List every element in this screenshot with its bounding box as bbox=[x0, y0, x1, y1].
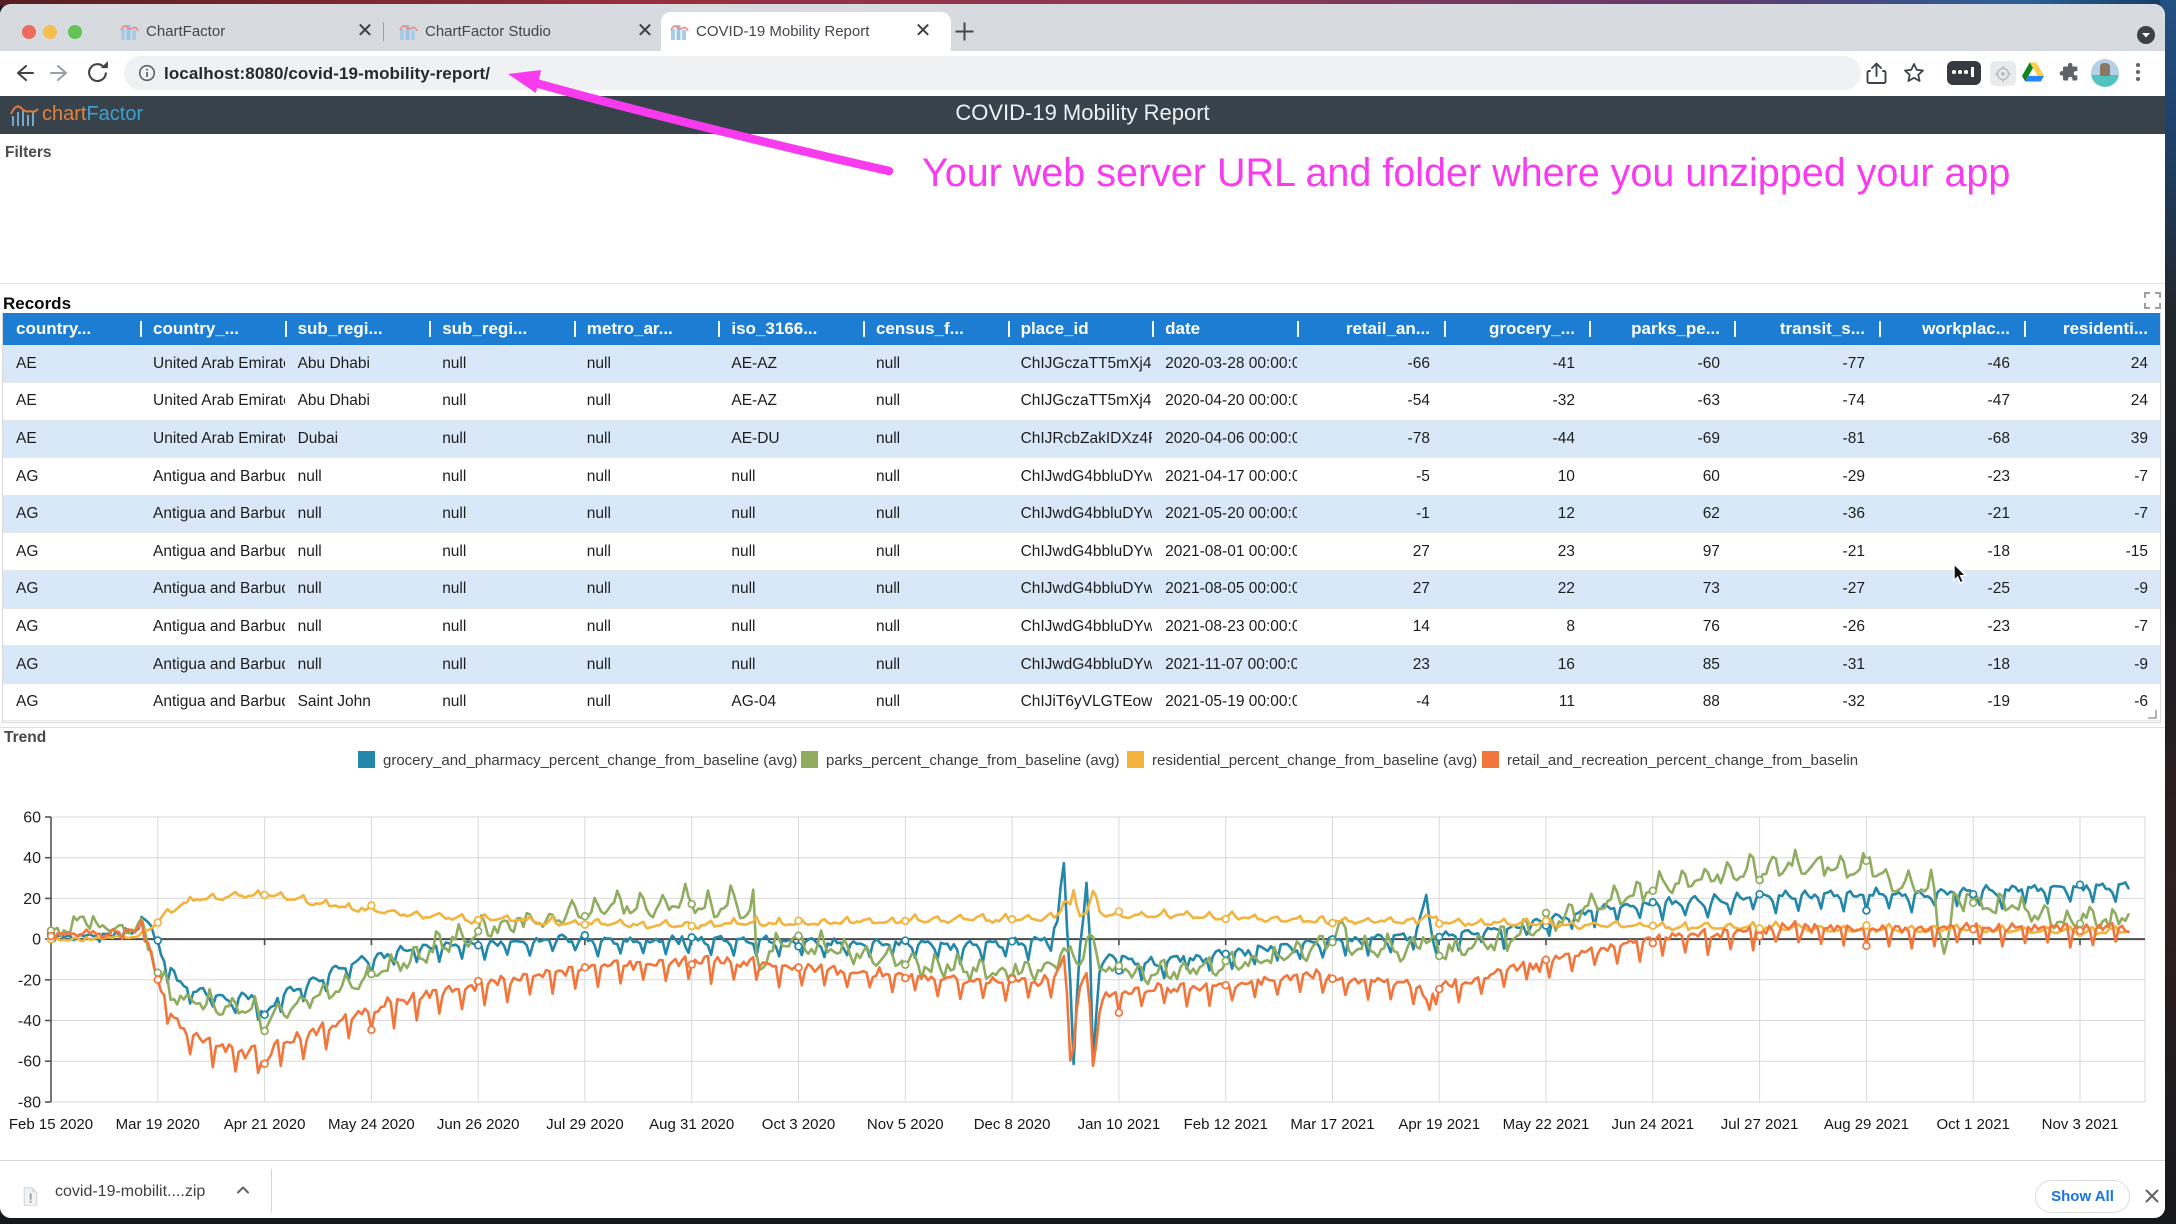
svg-text:0: 0 bbox=[32, 932, 41, 949]
svg-text:May 22 2021: May 22 2021 bbox=[1503, 1116, 1590, 1133]
svg-text:Dec 8 2020: Dec 8 2020 bbox=[974, 1116, 1051, 1133]
svg-text:Aug 29 2021: Aug 29 2021 bbox=[1824, 1116, 1909, 1133]
svg-text:Jun 26 2020: Jun 26 2020 bbox=[437, 1116, 520, 1133]
svg-text:Mar 17 2021: Mar 17 2021 bbox=[1290, 1116, 1374, 1133]
svg-text:-80: -80 bbox=[18, 1095, 41, 1112]
svg-text:Apr 21 2020: Apr 21 2020 bbox=[224, 1116, 306, 1133]
svg-text:Apr 19 2021: Apr 19 2021 bbox=[1398, 1116, 1480, 1133]
svg-text:-60: -60 bbox=[18, 1054, 41, 1071]
svg-text:Feb 15 2020: Feb 15 2020 bbox=[9, 1116, 93, 1133]
svg-text:Nov 3 2021: Nov 3 2021 bbox=[2042, 1116, 2119, 1133]
svg-text:Nov 5 2020: Nov 5 2020 bbox=[867, 1116, 944, 1133]
svg-text:Mar 19 2020: Mar 19 2020 bbox=[116, 1116, 200, 1133]
svg-text:Jan 10 2021: Jan 10 2021 bbox=[1078, 1116, 1161, 1133]
svg-text:-20: -20 bbox=[18, 972, 41, 989]
svg-text:Feb 12 2021: Feb 12 2021 bbox=[1184, 1116, 1268, 1133]
svg-text:Oct 3 2020: Oct 3 2020 bbox=[762, 1116, 835, 1133]
svg-text:20: 20 bbox=[23, 891, 41, 908]
svg-text:60: 60 bbox=[23, 810, 41, 827]
svg-text:Jul 27 2021: Jul 27 2021 bbox=[1721, 1116, 1799, 1133]
svg-text:Oct 1 2021: Oct 1 2021 bbox=[1937, 1116, 2010, 1133]
svg-text:Jun 24 2021: Jun 24 2021 bbox=[1612, 1116, 1695, 1133]
svg-text:May 24 2020: May 24 2020 bbox=[328, 1116, 415, 1133]
svg-text:-40: -40 bbox=[18, 1013, 41, 1030]
svg-text:Jul 29 2020: Jul 29 2020 bbox=[546, 1116, 624, 1133]
svg-text:40: 40 bbox=[23, 850, 41, 867]
svg-text:Aug 31 2020: Aug 31 2020 bbox=[649, 1116, 734, 1133]
